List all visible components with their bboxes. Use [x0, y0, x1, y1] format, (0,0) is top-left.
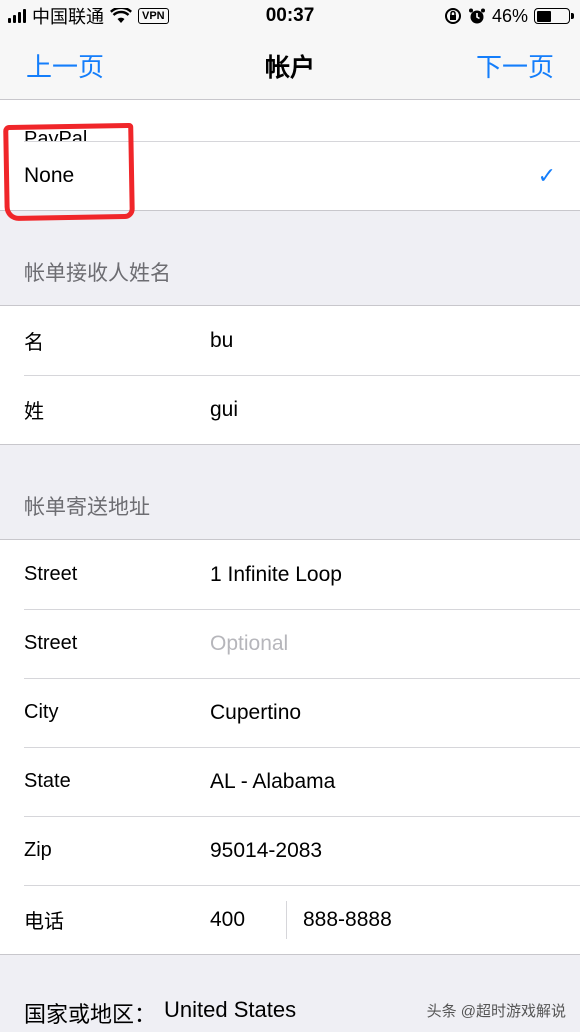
state-label: State: [24, 770, 71, 792]
phone-area-code-field[interactable]: 400: [210, 908, 286, 932]
country-label: 国家或地区：: [24, 1002, 157, 1027]
billing-name-header: 帐单接收人姓名: [24, 262, 171, 285]
street-1-field[interactable]: 1 Infinite Loop: [210, 563, 580, 587]
watermark: 头条 @超时游戏解说: [426, 1003, 566, 1020]
zip-field[interactable]: 95014-2083: [210, 839, 580, 863]
country-region[interactable]: 国家或地区： United States: [24, 997, 296, 1029]
status-left: 中国联通 VPN: [8, 3, 169, 29]
billing-address-group: Street 1 Infinite Loop Street Optional C…: [0, 539, 580, 955]
state-row[interactable]: State AL - Alabama: [0, 747, 580, 816]
phone-row[interactable]: 电话 400 888-8888: [0, 885, 580, 954]
street-2-row[interactable]: Street Optional: [0, 609, 580, 678]
phone-label: 电话: [24, 911, 64, 933]
last-name-field[interactable]: gui: [210, 398, 580, 422]
status-bar: 中国联通 VPN 00:37 46%: [0, 0, 580, 32]
country-value[interactable]: United States: [164, 997, 296, 1029]
nav-bar: 上一页 帐户 下一页: [0, 32, 580, 100]
battery-fill: [536, 10, 551, 22]
alarm-icon: [468, 8, 485, 24]
phone-number-field[interactable]: 888-8888: [303, 908, 392, 932]
battery-percent: 46%: [491, 5, 528, 26]
rotation-lock-icon: [444, 8, 461, 24]
carrier-name: 中国联通: [32, 7, 104, 27]
phone-divider: [286, 900, 287, 939]
street-2-label: Street: [24, 632, 78, 654]
last-name-row[interactable]: 姓 gui: [0, 375, 580, 444]
checkmark-icon: ✓: [537, 162, 556, 188]
status-right: 46%: [444, 5, 574, 27]
red-highlight-annotation: [3, 122, 135, 222]
vpn-badge: VPN: [138, 8, 169, 24]
state-select[interactable]: AL - Alabama: [210, 770, 580, 794]
wifi-icon: [110, 8, 132, 23]
first-name-label: 名: [24, 332, 44, 354]
city-field[interactable]: Cupertino: [210, 701, 580, 725]
zip-label: Zip: [24, 839, 52, 861]
content: PayPal None ✓ 帐单接收人姓名 名 bu 姓 gui 帐单寄送地址 …: [0, 100, 580, 955]
city-label: City: [24, 701, 59, 723]
billing-address-header: 帐单寄送地址: [24, 496, 150, 519]
first-name-row[interactable]: 名 bu: [0, 306, 580, 375]
previous-page-button[interactable]: 上一页: [26, 47, 104, 84]
street-1-label: Street: [24, 563, 78, 585]
battery-icon: [534, 8, 574, 24]
street-2-field[interactable]: Optional: [210, 632, 580, 656]
city-row[interactable]: City Cupertino: [0, 678, 580, 747]
billing-name-group: 名 bu 姓 gui: [0, 305, 580, 445]
signal-icon: [8, 9, 26, 23]
street-1-row[interactable]: Street 1 Infinite Loop: [0, 540, 580, 609]
screen: 中国联通 VPN 00:37 46% 上一页 帐户 下一页 PayPal Non…: [0, 0, 580, 1032]
next-page-button[interactable]: 下一页: [476, 47, 554, 84]
last-name-label: 姓: [24, 401, 44, 423]
first-name-field[interactable]: bu: [210, 329, 580, 353]
zip-row[interactable]: Zip 95014-2083: [0, 816, 580, 885]
